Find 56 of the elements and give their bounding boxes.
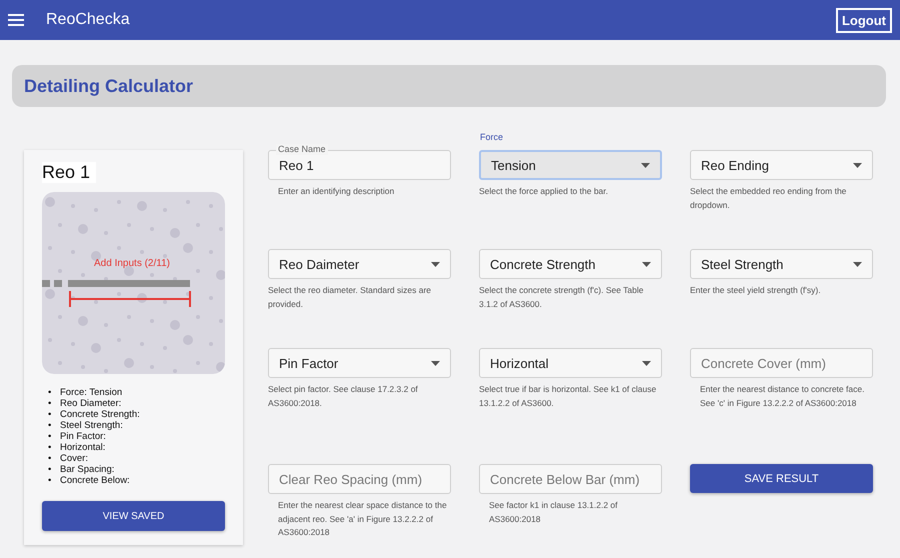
summary-item: Concrete Strength: bbox=[60, 409, 140, 420]
select-field[interactable]: Pin Factor bbox=[268, 348, 451, 378]
summary-item: Pin Factor: bbox=[60, 431, 106, 442]
bullet: • bbox=[48, 398, 52, 409]
bullet: • bbox=[48, 442, 52, 453]
helper-text: Select the concrete strength (f'c). See Table 3.1.2 of AS3600. bbox=[479, 284, 644, 310]
caret-icon bbox=[853, 262, 862, 266]
select-field[interactable]: Concrete Strength bbox=[479, 249, 662, 279]
app-title: ReoChecka bbox=[46, 11, 131, 29]
diagram-label: Add Inputs (2/11) bbox=[94, 258, 170, 269]
summary-item: Concrete Below: bbox=[60, 475, 130, 486]
field-label: Force bbox=[480, 132, 504, 142]
input-field[interactable]: Concrete Cover (mm) bbox=[690, 348, 873, 378]
save-result-button[interactable]: SAVE RESULT bbox=[690, 464, 873, 493]
menu-icon[interactable] bbox=[8, 14, 24, 26]
caret-icon bbox=[641, 162, 650, 168]
helper-text: Select the force applied to the bar. bbox=[479, 185, 610, 198]
caret-icon bbox=[431, 360, 440, 366]
helper-text: Select the embedded reo ending from the dropdown. bbox=[690, 185, 848, 212]
summary-item: Reo Diameter: bbox=[60, 398, 122, 409]
page-title: Detailing Calculator bbox=[24, 76, 194, 96]
caret-icon bbox=[642, 360, 651, 366]
field-label: Case Name bbox=[276, 144, 328, 155]
input-field[interactable]: Clear Reo Spacing (mm) bbox=[268, 464, 451, 494]
select-field[interactable]: Horizontal bbox=[479, 348, 662, 378]
caret-icon bbox=[853, 162, 862, 168]
bullet: • bbox=[48, 431, 52, 442]
card-title: Reo 1 bbox=[42, 162, 96, 183]
summary-item: Force: Tension bbox=[60, 387, 122, 398]
helper-text: Select true if bar is horizontal. See k1 of clause 13.1.2.2 of AS3600. bbox=[479, 383, 658, 410]
summary-item: Horizontal: bbox=[60, 442, 106, 453]
helper-text: Select the reo diameter. Standard sizes are provided. bbox=[268, 284, 432, 311]
select-field[interactable]: Tension bbox=[479, 150, 662, 180]
helper-text: Enter the nearest distance to concrete face. See 'c' in Figure 13.2.2.2 of AS3600:2018 bbox=[699, 383, 866, 410]
input-field[interactable]: Concrete Below Bar (mm) bbox=[479, 464, 662, 494]
summary-item: Cover: bbox=[60, 453, 88, 464]
view-saved-button[interactable]: VIEW SAVED bbox=[42, 501, 225, 531]
helper-text: Enter the steel yield strength (f'sy). bbox=[690, 284, 822, 297]
bullet: • bbox=[48, 420, 52, 431]
caret-icon bbox=[431, 262, 440, 266]
helper-text: See factor k1 in clause 13.1.2.2 of AS3600:2018 bbox=[488, 499, 619, 526]
bullet: • bbox=[48, 475, 52, 486]
summary-item: Steel Strength: bbox=[60, 420, 123, 431]
logout-button[interactable]: Logout bbox=[836, 8, 892, 32]
bullet: • bbox=[48, 387, 52, 398]
bullet: • bbox=[48, 453, 52, 464]
bullet: • bbox=[48, 409, 52, 420]
summary-item: Bar Spacing: bbox=[60, 464, 114, 475]
bullet: • bbox=[48, 464, 52, 475]
caret-icon bbox=[642, 262, 651, 266]
select-field[interactable]: Reo Ending bbox=[690, 150, 873, 180]
select-field[interactable]: Reo Daimeter bbox=[268, 249, 451, 279]
helper-text: Select pin factor. See clause 17.2.3.2 of AS3600:2018. bbox=[268, 383, 419, 410]
helper-text: Enter the nearest clear space distance to the adjacent reo. See 'a' in Figure 13.2.2.2 of AS3600:2018 bbox=[277, 499, 448, 539]
select-field[interactable]: Steel Strength bbox=[690, 249, 873, 279]
helper-text: Enter an identifying description bbox=[277, 185, 396, 198]
